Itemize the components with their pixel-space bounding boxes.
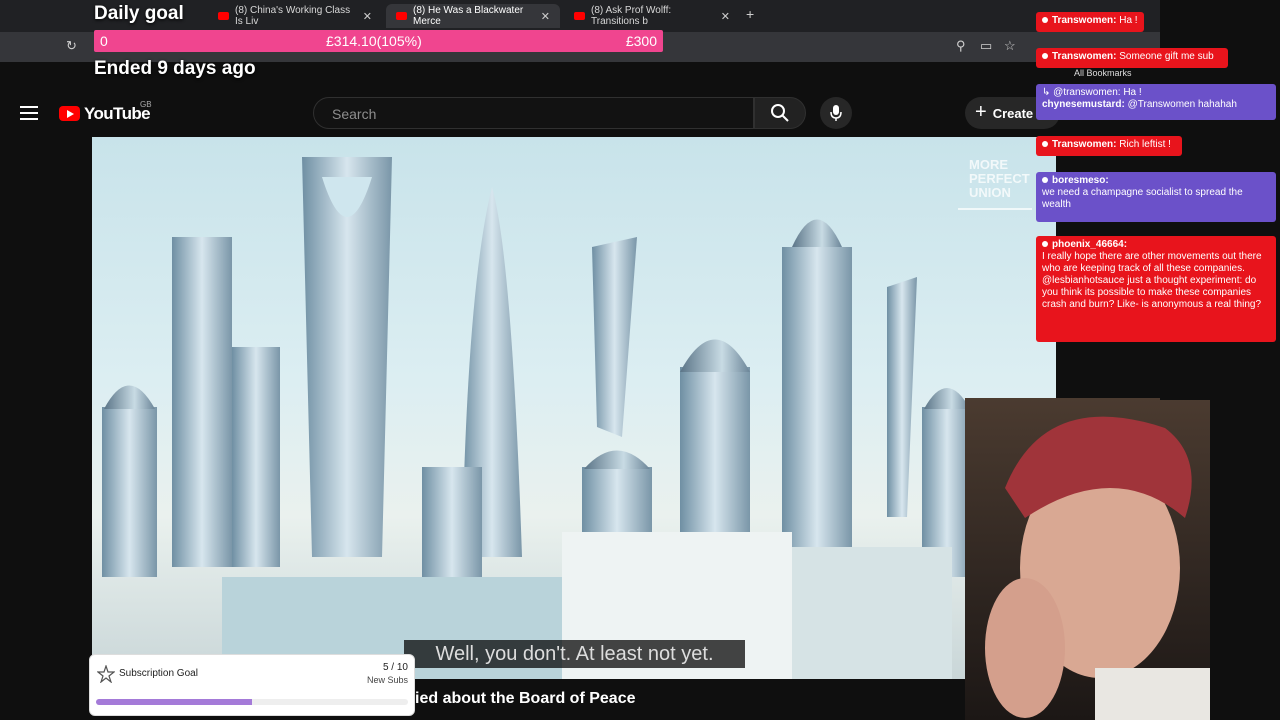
chat-username: Transwomen: bbox=[1052, 51, 1117, 62]
bookmarks-label: All Bookmarks bbox=[1074, 68, 1132, 78]
browser-tab-active[interactable]: (8) He Was a Blackwater Merce ✕ bbox=[386, 4, 560, 28]
close-tab-icon[interactable]: ✕ bbox=[541, 10, 550, 23]
daily-goal-title: Daily goal bbox=[94, 3, 184, 24]
watermark-underline bbox=[958, 208, 1032, 210]
watermark-line: MORE bbox=[969, 157, 1008, 172]
chat-reply-context: ↳ @transwomen: Ha ! bbox=[1042, 87, 1142, 98]
subscription-goal-track bbox=[96, 699, 408, 705]
daily-goal-bar: 0 £314.10(105%) £300 bbox=[94, 30, 663, 52]
subscription-goal-widget: Subscription Goal 5 / 10 New Subs bbox=[89, 654, 415, 716]
subscription-goal-count: 5 / 10 bbox=[382, 662, 408, 673]
youtube-favicon-icon bbox=[574, 12, 585, 20]
new-tab-button[interactable]: + bbox=[746, 6, 754, 22]
chat-username: Transwomen: bbox=[1052, 15, 1117, 26]
subscription-goal-unit: New Subs bbox=[366, 675, 408, 685]
plus-icon: + bbox=[975, 100, 987, 123]
subscription-goal-label: Subscription Goal bbox=[119, 668, 198, 679]
chat-message: Transwomen: Ha ! bbox=[1036, 12, 1144, 32]
chat-message: phoenix_46664: I really hope there are o… bbox=[1036, 236, 1276, 342]
zoom-icon[interactable]: ⚲ bbox=[956, 38, 966, 54]
chat-message: ↳ @transwomen: Ha ! chynesemustard: @Tra… bbox=[1036, 84, 1276, 120]
video-player[interactable] bbox=[92, 137, 1056, 679]
badge-icon bbox=[1042, 241, 1048, 248]
voice-search-button[interactable] bbox=[820, 97, 852, 129]
chat-text: @Transwomen hahahah bbox=[1127, 99, 1237, 110]
chat-text: Ha ! bbox=[1119, 15, 1138, 26]
chat-message: boresmeso: we need a champagne socialist… bbox=[1036, 172, 1276, 222]
search-button[interactable] bbox=[754, 97, 806, 129]
search-box[interactable] bbox=[313, 97, 754, 129]
daily-goal-status: Ended 9 days ago bbox=[94, 58, 256, 79]
watermark-line: UNION bbox=[969, 185, 1011, 200]
chat-text: I really hope there are other movements … bbox=[1042, 251, 1262, 310]
youtube-logo-icon[interactable] bbox=[59, 106, 80, 121]
watermark-line: PERFECT bbox=[969, 171, 1030, 186]
browser-tab[interactable]: (8) China's Working Class Is Liv ✕ bbox=[208, 4, 382, 28]
subscription-goal-fill bbox=[96, 699, 252, 705]
video-title[interactable]: ied about the Board of Peace bbox=[415, 690, 635, 708]
chat-message: Transwomen: Rich leftist ! bbox=[1036, 136, 1182, 156]
streamer-face-image bbox=[985, 416, 1210, 720]
goal-start: 0 bbox=[100, 33, 108, 49]
chat-text: we need a champagne socialist to spread … bbox=[1042, 187, 1243, 210]
youtube-favicon-icon bbox=[218, 12, 229, 20]
badge-icon bbox=[1042, 53, 1048, 60]
streamer-webcam bbox=[965, 398, 1210, 720]
create-label: Create bbox=[992, 105, 1034, 121]
chat-text: Rich leftist ! bbox=[1119, 139, 1171, 150]
reload-icon[interactable]: ↻ bbox=[66, 38, 77, 54]
search-input[interactable] bbox=[330, 105, 734, 123]
menu-icon[interactable] bbox=[20, 106, 38, 120]
close-tab-icon[interactable]: ✕ bbox=[363, 10, 372, 23]
goal-current: £314.10(105%) bbox=[326, 33, 422, 49]
bookmark-star-icon[interactable]: ☆ bbox=[1004, 38, 1016, 54]
browser-tab[interactable]: (8) Ask Prof Wolff: Transitions b ✕ bbox=[564, 4, 740, 28]
chat-username: boresmeso: bbox=[1052, 175, 1109, 186]
tab-title: (8) He Was a Blackwater Merce bbox=[413, 5, 524, 27]
star-icon bbox=[97, 665, 115, 683]
chat-message: Transwomen: Someone gift me sub bbox=[1036, 48, 1228, 68]
region-code: GB bbox=[140, 100, 152, 109]
badge-icon bbox=[1042, 17, 1048, 24]
chat-username: chynesemustard: bbox=[1042, 99, 1125, 110]
search-icon bbox=[771, 104, 789, 122]
chat-username: phoenix_46664: bbox=[1052, 239, 1128, 250]
tab-title: (8) China's Working Class Is Liv bbox=[235, 5, 351, 27]
channel-watermark: MORE PERFECT UNION bbox=[969, 158, 1030, 200]
city-skyline-image bbox=[102, 157, 972, 679]
badge-icon bbox=[1042, 141, 1048, 148]
close-tab-icon[interactable]: ✕ bbox=[721, 10, 730, 23]
mic-icon bbox=[830, 105, 842, 121]
cast-icon[interactable]: ▭ bbox=[980, 38, 992, 54]
youtube-favicon-icon bbox=[396, 12, 407, 20]
tab-title: (8) Ask Prof Wolff: Transitions b bbox=[591, 5, 672, 27]
goal-target: £300 bbox=[625, 33, 657, 49]
video-caption: Well, you don't. At least not yet. bbox=[404, 640, 745, 668]
chat-username: Transwomen: bbox=[1052, 139, 1117, 150]
chat-text: Someone gift me sub bbox=[1119, 51, 1214, 62]
badge-icon bbox=[1042, 177, 1048, 184]
